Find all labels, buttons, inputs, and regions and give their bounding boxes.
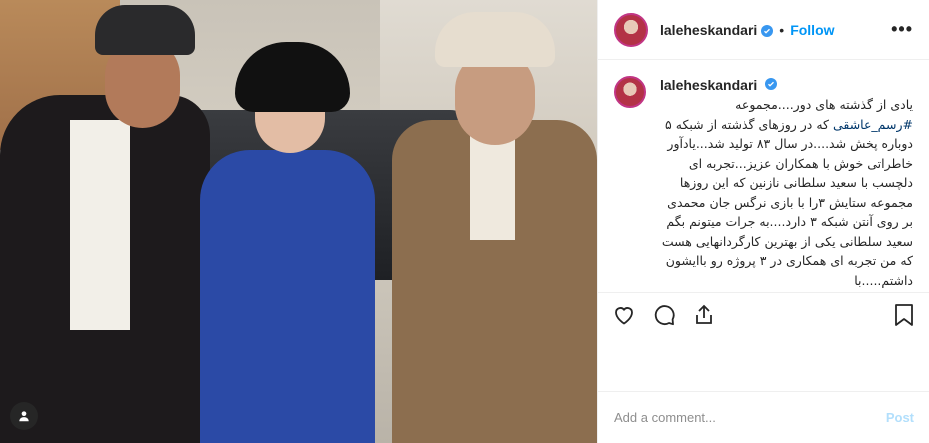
user-tag-icon[interactable]: [10, 402, 38, 430]
post-button[interactable]: Post: [886, 410, 914, 425]
man-right-hat: [435, 12, 555, 67]
woman-hat: [235, 42, 350, 112]
verified-badge-icon: [761, 24, 774, 37]
avatar[interactable]: [614, 76, 646, 108]
post-sidebar: laleheskandari • Follow ••• laleheskanda…: [597, 0, 929, 443]
caption-username[interactable]: laleheskandari: [660, 77, 757, 93]
post-actions: [598, 292, 929, 336]
heart-icon[interactable]: [610, 301, 638, 329]
caption-text-end: که در روزهای گذشته از شبکه ۵ دوباره پخش …: [661, 116, 913, 288]
comment-input[interactable]: [614, 410, 886, 425]
post-photo[interactable]: [0, 0, 597, 443]
man-right-shirt: [470, 130, 515, 240]
caption-body: laleheskandari یادی از گذشته های دور....…: [660, 76, 913, 290]
header-username[interactable]: laleheskandari: [660, 22, 757, 38]
comment-icon[interactable]: [650, 301, 678, 329]
share-icon[interactable]: [690, 301, 718, 329]
instagram-post-modal: laleheskandari • Follow ••• laleheskanda…: [0, 0, 929, 443]
follow-button[interactable]: Follow: [790, 22, 834, 38]
post-caption: laleheskandari یادی از گذشته های دور....…: [598, 60, 929, 290]
man-left-hat: [95, 5, 195, 55]
avatar[interactable]: [614, 12, 648, 47]
caption-text-start: یادی از گذشته های دور....مجموعه: [735, 97, 913, 112]
separator-dot: •: [779, 21, 785, 38]
caption-hashtag[interactable]: #رسم_عاشقی: [833, 117, 913, 132]
caption-text: یادی از گذشته های دور....مجموعه #رسم_عاش…: [660, 95, 913, 290]
verified-badge-icon: [764, 76, 777, 90]
man-left-shirt: [70, 120, 130, 330]
woman-blue-suit: [200, 150, 375, 443]
bookmark-icon[interactable]: [890, 301, 918, 329]
post-header: laleheskandari • Follow •••: [598, 0, 929, 60]
more-options-icon[interactable]: •••: [891, 19, 913, 40]
comment-bar: Post: [598, 391, 929, 443]
